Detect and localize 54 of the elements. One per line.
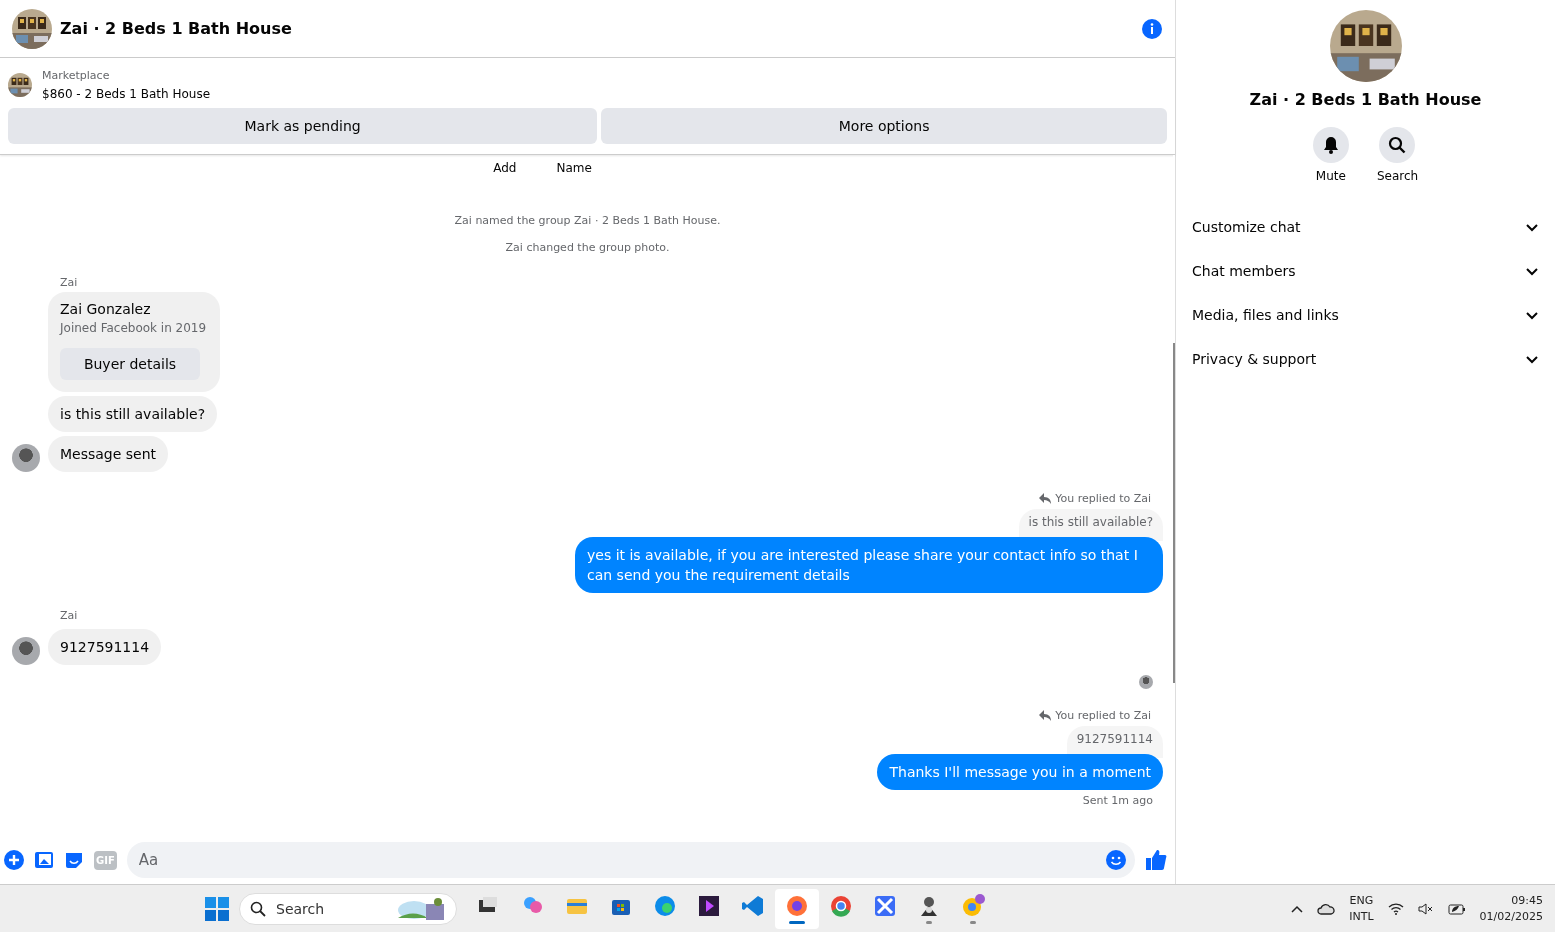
battery-icon[interactable]: [1447, 902, 1466, 915]
reply-label: You replied to Zai: [1039, 709, 1163, 722]
action-label[interactable]: Name: [556, 159, 592, 178]
chat-title: Zai · 2 Beds 1 Bath House: [60, 19, 293, 38]
system-message: Zai changed the group photo.: [504, 240, 671, 256]
search-icon: [1388, 136, 1407, 154]
message-bubble: Thanks I'll message you in a moment: [877, 754, 1163, 790]
profile-subtitle: Joined Facebook in 2019: [60, 320, 208, 337]
cloud-icon[interactable]: [1317, 902, 1336, 915]
language-indicator[interactable]: ENG INTL: [1349, 892, 1374, 925]
message-bubble: Message sent: [48, 436, 169, 472]
reply-icon: [1039, 710, 1052, 721]
windows-logo-icon[interactable]: [205, 896, 229, 921]
settings-section[interactable]: Privacy & support: [1176, 337, 1555, 381]
browser-badge-icon: [961, 893, 985, 918]
seen-avatar: [1139, 675, 1153, 689]
clock[interactable]: 09:45 01/02/2025: [1479, 892, 1543, 925]
play-tile-icon: [697, 893, 721, 918]
scrollbar[interactable]: [1173, 343, 1175, 683]
settings-section[interactable]: Customize chat: [1176, 205, 1555, 249]
listing-title[interactable]: $860 - 2 Beds 1 Bath House: [42, 85, 210, 104]
action-button[interactable]: More options: [601, 108, 1167, 144]
sent-status: Sent 1m ago: [1081, 793, 1154, 807]
message-bubble: yes it is available, if you are interested please share your contact info so that I can send you the requirement details: [575, 537, 1163, 593]
landscape-icon: [396, 895, 446, 922]
wifi-icon[interactable]: [1387, 902, 1404, 915]
sender-name: Zai: [59, 608, 79, 624]
message-input[interactable]: Aa: [126, 842, 1135, 878]
reply-label: You replied to Zai: [1039, 492, 1163, 505]
round-browser-icon: [829, 893, 853, 918]
listing-source: Marketplace: [42, 68, 111, 84]
chevron-up-icon[interactable]: [1291, 904, 1304, 913]
buyer-details-button[interactable]: Buyer details: [60, 348, 200, 380]
action-button[interactable]: Mark as pending: [8, 108, 598, 144]
message-bubble: is this still available?: [48, 396, 218, 432]
group-name: Zai · 2 Beds 1 Bath House: [1248, 90, 1483, 109]
settings-section[interactable]: Chat members: [1176, 249, 1555, 293]
plus-icon[interactable]: [4, 850, 24, 870]
thumbs-up-icon[interactable]: [1145, 849, 1167, 871]
info-icon[interactable]: [1141, 17, 1163, 40]
system-message: Zai named the group Zai · 2 Beds 1 Bath House.: [453, 213, 722, 229]
sender-name: Zai: [59, 275, 79, 291]
settings-section[interactable]: Media, files and links: [1176, 293, 1555, 337]
image-icon[interactable]: [34, 850, 54, 870]
muted-speaker-icon[interactable]: [1417, 902, 1434, 915]
search-icon: [250, 900, 266, 917]
sticker-icon[interactable]: [64, 850, 84, 870]
reply-icon: [1039, 493, 1052, 504]
taskbar-search[interactable]: Search: [239, 892, 457, 925]
profile-name: Zai Gonzalez: [60, 300, 152, 319]
message-bubble: 9127591114: [48, 629, 162, 665]
action-label[interactable]: Add: [493, 159, 517, 178]
code-editor-icon: [741, 893, 765, 918]
bell-icon: [1321, 136, 1340, 154]
